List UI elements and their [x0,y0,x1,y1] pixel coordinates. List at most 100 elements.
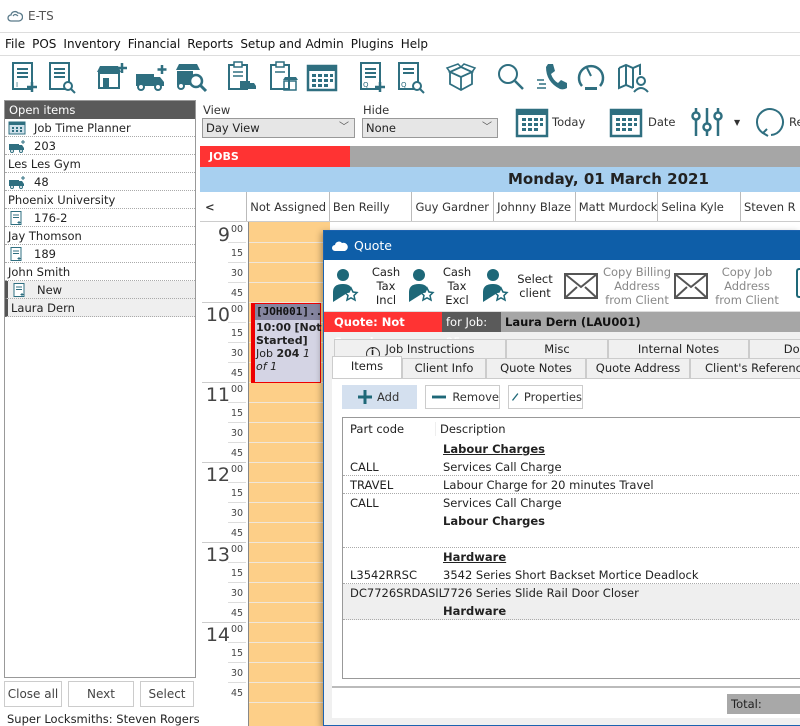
remove-button[interactable]: Remove [425,385,500,409]
filter-button[interactable]: ▼ [690,105,740,139]
description-cell: Labour Charge for 20 minutes Travel [443,477,654,492]
menu-plugins[interactable]: Plugins [351,37,394,51]
open-item-176-2[interactable]: 176-2 [5,209,195,227]
table-row-selected[interactable]: Hardware [343,602,800,620]
open-item-sub[interactable]: Laura Dern [5,299,195,317]
time-grid: 9 00 15 30 45 10 00 15 30 45 11 00 15 30 45 12 00 15 30 45 1… [200,222,331,726]
box-icon[interactable] [444,60,478,94]
view-select-value: Day View [206,121,260,135]
copy-billing-address-button[interactable]: Copy Billing Address from Client [564,260,672,312]
time-slot-line [249,282,331,283]
open-item-sub[interactable]: John Smith [5,263,195,281]
next-button[interactable]: Next [68,681,134,707]
part-code-header[interactable]: Part code [343,422,435,436]
column-header: Steven R [743,200,796,214]
jobs-label: JOBS [200,146,350,167]
open-item-189[interactable]: 189 [5,245,195,263]
menu-help[interactable]: Help [401,37,428,51]
tab-row-1: i Job Instructions Misc Internal Notes Do… [334,339,800,358]
new-van-icon[interactable] [134,60,168,94]
open-item-sub[interactable]: Phoenix University [5,191,195,209]
tab-quote-notes[interactable]: Quote Notes [486,358,586,378]
search-quote-icon[interactable]: Q [394,60,428,94]
menu-pos[interactable]: POS [32,37,56,51]
hide-select[interactable]: None ﹀ [362,118,498,138]
date-button[interactable]: Date [609,106,676,138]
search-invoice-icon[interactable] [45,60,79,94]
tab-misc[interactable]: Misc [506,339,608,358]
close-all-button[interactable]: Close all [4,681,62,707]
new-invoice-icon[interactable]: I [8,60,42,94]
table-row[interactable]: Labour Charges [343,512,800,530]
table-row[interactable]: CALL Services Call Charge [343,494,800,512]
table-row[interactable]: Hardware [343,548,800,566]
cash-tax-excl-button[interactable]: Cash Tax Excl [408,260,472,312]
menu-file[interactable]: File [5,37,25,51]
properties-button[interactable]: Properties [508,385,583,409]
open-item-48[interactable]: 48 [5,173,195,191]
tab-items[interactable]: Items [332,356,402,378]
scroll-left-button[interactable]: < [200,192,248,221]
today-button[interactable]: Today [515,106,585,138]
column-header: Ben Reilly [330,192,413,221]
tab-clients-references[interactable]: Client's References [690,358,800,378]
table-row[interactable] [343,530,800,548]
menu-inventory[interactable]: Inventory [63,37,120,51]
job-delivery-icon[interactable] [224,60,258,94]
calendar-icon[interactable] [305,60,339,94]
open-item-sub[interactable]: Jay Thomson [5,227,195,245]
tab-documents[interactable]: Doc [749,339,800,358]
calendar-icon [8,121,26,134]
envelope-icon [564,273,598,299]
time-slot-line [249,562,331,563]
dropdown-arrow-icon[interactable]: ▼ [734,118,740,127]
tab-internal-notes[interactable]: Internal Notes [608,339,749,358]
open-item-sub[interactable]: Les Les Gym [5,155,195,173]
select-button[interactable]: Select [140,681,194,707]
new-store-icon[interactable] [94,60,128,94]
table-row[interactable]: CALL Services Call Charge [343,458,800,476]
phone-icon[interactable] [534,60,568,94]
map-user-icon[interactable] [616,60,650,94]
open-item-203[interactable]: 203 [5,137,195,155]
quote-toolbar: Cash Tax Incl Cash Tax Excl Select clien… [324,260,800,312]
job-store-icon[interactable] [266,60,300,94]
open-item-job-time-planner[interactable]: Job Time Planner [5,119,195,137]
table-row[interactable]: Labour Charges [343,440,800,458]
menu-setup-admin[interactable]: Setup and Admin [240,37,343,51]
tab-client-info[interactable]: Client Info [402,358,486,378]
search-store-icon[interactable] [174,60,208,94]
description-header[interactable]: Description [435,422,800,436]
menu-reports[interactable]: Reports [187,37,233,51]
more-toolbar-icon[interactable] [796,268,800,298]
appointment[interactable]: [JOH001]... 10:00 [Not Started] Job 204 … [251,303,322,383]
speedometer-icon[interactable] [574,60,608,94]
open-item-new-quote[interactable]: New [5,281,195,299]
search-icon[interactable] [494,60,528,94]
tab-quote-address[interactable]: Quote Address [586,358,690,378]
cash-tax-incl-button[interactable]: Cash Tax Incl [332,260,406,312]
table-row[interactable]: L3542RRSC 3542 Series Short Backset Morti… [343,566,800,584]
minute-label: 15 [231,648,244,659]
add-button[interactable]: Add [342,385,417,409]
select-client-button[interactable]: Select client [482,260,554,312]
table-row[interactable]: TRAVEL Labour Charge for 20 minutes Trave… [343,476,800,494]
refresh-button[interactable]: Re [753,105,800,139]
not-assigned-column[interactable] [248,222,331,726]
sliders-icon [691,108,723,136]
quote-title-bar[interactable]: Quote [324,231,800,260]
time-slot-line [249,442,331,443]
part-code-cell: DC7726SRDASIL [350,586,446,600]
menu-financial[interactable]: Financial [128,37,181,51]
time-slot-line [249,662,331,663]
view-select[interactable]: Day View ﹀ [202,118,355,138]
quote-window: Quote Cash Tax Incl Cash Tax Excl Select… [323,230,800,726]
open-item-label: Job Time Planner [34,120,131,135]
envelope-icon [674,273,708,299]
part-code-cell: TRAVEL [350,477,394,492]
minute-divider [228,282,246,283]
new-quote-icon[interactable]: Q [356,60,390,94]
table-row-selected[interactable]: DC7726SRDASIL 7726 Series Slide Rail Door… [343,584,800,602]
minute-label: 30 [231,428,244,439]
copy-job-address-button[interactable]: Copy Job Address from Client [674,260,782,312]
